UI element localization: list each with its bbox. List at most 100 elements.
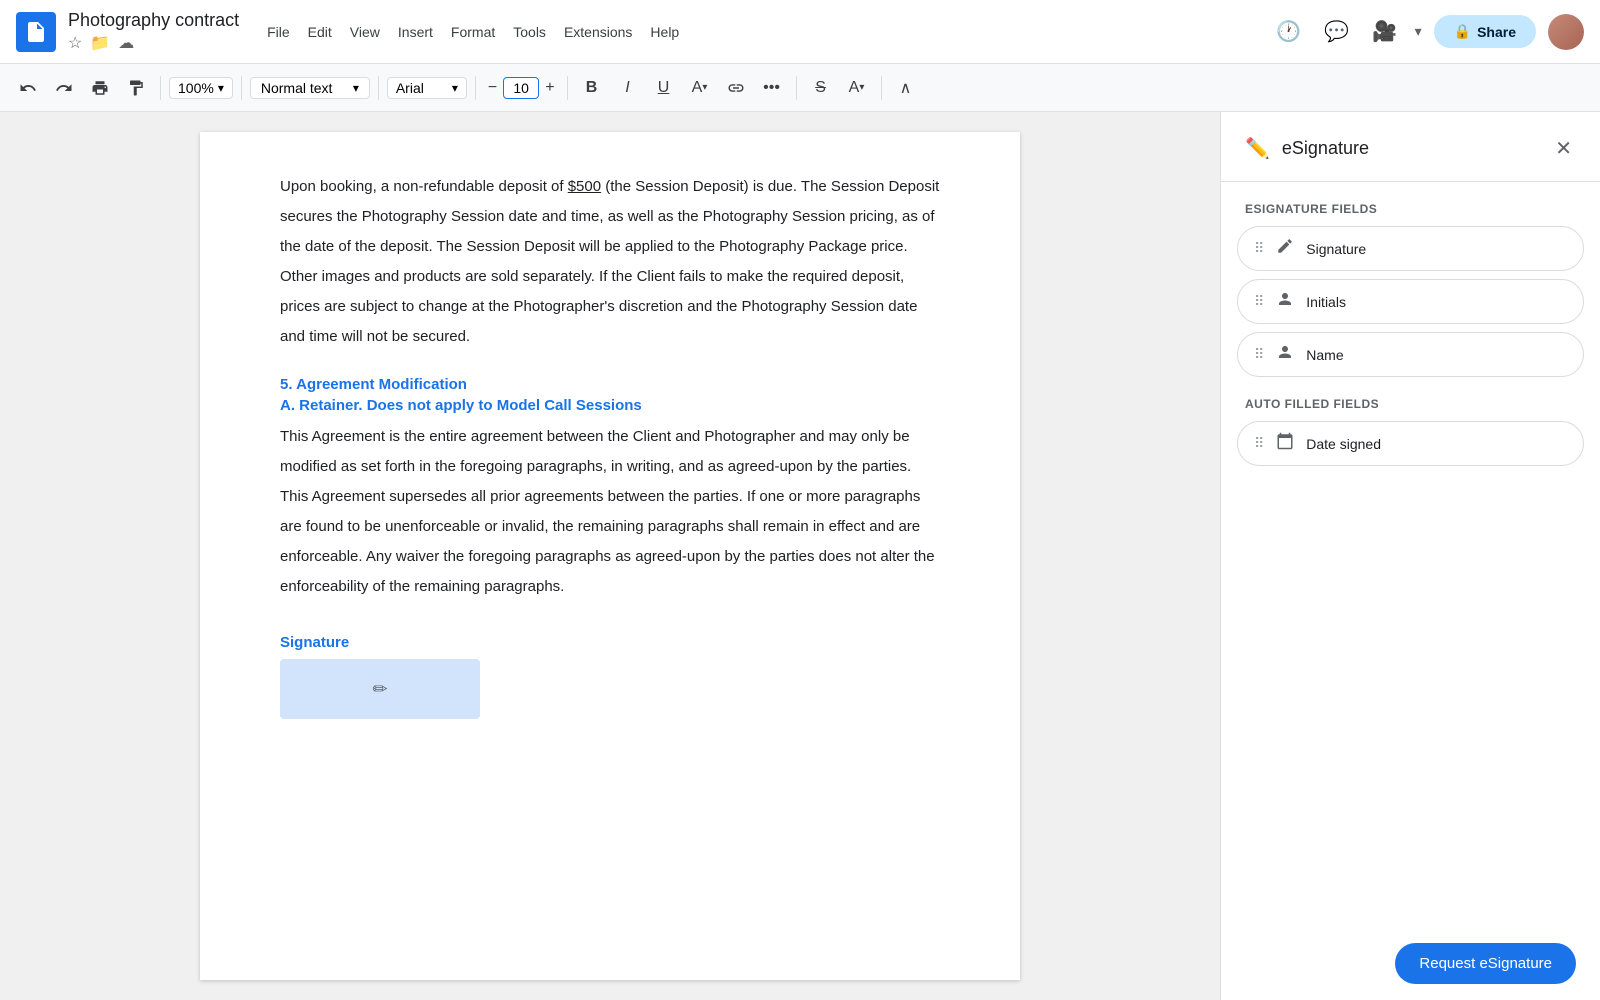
font-value: Arial [396,80,424,96]
signature-pen-icon: ✏ [372,679,387,700]
doc-title[interactable]: Photography contract [68,10,239,31]
app-icon[interactable] [16,12,56,52]
italic-button[interactable]: I [612,72,644,104]
esig-field-date[interactable]: ⠿ Date signed [1237,421,1584,466]
doc-area[interactable]: Upon booking, a non-refundable deposit o… [0,112,1220,1000]
name-field-icon [1276,343,1294,366]
signature-label: Signature [280,634,940,651]
esig-fields-label: ESIGNATURE FIELDS [1221,182,1600,226]
print-button[interactable] [84,72,116,104]
subsectionA-heading: A. Retainer. Does not apply to Model Cal… [280,397,940,414]
undo-button[interactable] [12,72,44,104]
drag-icon-name: ⠿ [1254,346,1264,363]
section5-heading: 5. Agreement Modification [280,376,940,393]
share-lock-icon: 🔒 [1454,23,1471,40]
more-options-button[interactable]: ••• [756,72,788,104]
font-size-input[interactable] [503,77,539,99]
separator-1 [160,76,161,100]
drag-icon-signature: ⠿ [1254,240,1264,257]
deposit-amount: $500 [568,178,601,195]
section5-body: This Agreement is the entire agreement b… [280,422,940,602]
redo-button[interactable] [48,72,80,104]
text-color-button[interactable]: A ▾ [684,72,716,104]
esig-field-name[interactable]: ⠿ Name [1237,332,1584,377]
esig-title: eSignature [1282,138,1539,159]
esig-fields-list: ⠿ Signature ⠿ Initials ⠿ Name [1221,226,1600,377]
font-dropdown-icon: ▾ [452,81,458,95]
history-icon[interactable]: 🕐 [1271,14,1307,50]
esig-footer: Request eSignature [1221,927,1600,1000]
menu-bar: File Edit View Insert Format Tools Exten… [259,20,687,44]
separator-3 [378,76,379,100]
menu-file[interactable]: File [259,20,298,44]
title-icons: ☆ 📁 ☁ [68,33,239,53]
separator-5 [567,76,568,100]
menu-help[interactable]: Help [642,20,687,44]
top-bar-right: 🕐 💬 🎥 ▾ 🔒 Share [1271,14,1584,50]
bold-button[interactable]: B [576,72,608,104]
increase-font-btn[interactable]: + [541,79,558,97]
cloud-icon[interactable]: ☁ [118,33,134,53]
text-color-dropdown: ▾ [702,82,707,93]
esig-header: ✏️ eSignature ✕ [1221,112,1600,182]
star-icon[interactable]: ☆ [68,33,82,53]
separator-4 [475,76,476,100]
signature-field-icon [1276,237,1294,260]
esignature-panel: ✏️ eSignature ✕ ESIGNATURE FIELDS ⠿ Sign… [1220,112,1600,1000]
esig-field-signature[interactable]: ⠿ Signature [1237,226,1584,271]
initials-field-label: Initials [1306,294,1346,310]
esig-pencil-icon: ✏️ [1245,136,1270,161]
zoom-dropdown-icon: ▾ [218,81,224,95]
folder-icon[interactable]: 📁 [90,33,110,53]
separator-6 [796,76,797,100]
date-field-icon [1276,432,1294,455]
text-color-icon: A [692,79,703,97]
auto-fields-label: AUTO FILLED FIELDS [1221,377,1600,421]
zoom-value: 100% [178,80,214,96]
main-layout: Upon booking, a non-refundable deposit o… [0,112,1600,1000]
section5-paragraph: This Agreement is the entire agreement b… [280,422,940,602]
collapse-toolbar-button[interactable]: ∧ [890,72,922,104]
share-button[interactable]: 🔒 Share [1434,15,1536,48]
title-area: Photography contract ☆ 📁 ☁ [68,10,239,53]
share-label: Share [1477,24,1516,40]
signature-box[interactable]: ✏ [280,659,480,719]
menu-view[interactable]: View [342,20,388,44]
comments-icon[interactable]: 💬 [1319,14,1355,50]
style-dropdown-icon: ▾ [353,81,359,95]
meet-icon[interactable]: 🎥 [1367,14,1403,50]
signature-field-label: Signature [1306,241,1366,257]
highlight-button[interactable]: A ▾ [841,72,873,104]
underline-button[interactable]: U [648,72,680,104]
esig-close-button[interactable]: ✕ [1551,132,1576,165]
auto-fields-list: ⠿ Date signed [1221,421,1600,466]
separator-7 [881,76,882,100]
menu-format[interactable]: Format [443,20,503,44]
menu-extensions[interactable]: Extensions [556,20,640,44]
drag-icon-date: ⠿ [1254,435,1264,452]
font-select[interactable]: Arial ▾ [387,77,467,99]
top-bar: Photography contract ☆ 📁 ☁ File Edit Vie… [0,0,1600,64]
zoom-select[interactable]: 100% ▾ [169,77,233,99]
paint-format-button[interactable] [120,72,152,104]
style-select[interactable]: Normal text ▾ [250,77,370,99]
decrease-font-btn[interactable]: − [484,79,501,97]
menu-insert[interactable]: Insert [390,20,441,44]
link-button[interactable] [720,72,752,104]
doc-body-text: Upon booking, a non-refundable deposit o… [280,172,940,352]
doc-page: Upon booking, a non-refundable deposit o… [200,132,1020,980]
menu-tools[interactable]: Tools [505,20,554,44]
highlight-icon: A [849,79,860,97]
name-field-label: Name [1306,347,1343,363]
avatar[interactable] [1548,14,1584,50]
meet-dropdown-arrow[interactable]: ▾ [1415,23,1422,40]
date-field-label: Date signed [1306,436,1381,452]
esig-field-initials[interactable]: ⠿ Initials [1237,279,1584,324]
request-esignature-button[interactable]: Request eSignature [1395,943,1576,984]
toolbar: 100% ▾ Normal text ▾ Arial ▾ − + B I U A… [0,64,1600,112]
drag-icon-initials: ⠿ [1254,293,1264,310]
separator-2 [241,76,242,100]
strikethrough-button[interactable]: S [805,72,837,104]
font-size-area: − + [484,77,559,99]
menu-edit[interactable]: Edit [300,20,340,44]
